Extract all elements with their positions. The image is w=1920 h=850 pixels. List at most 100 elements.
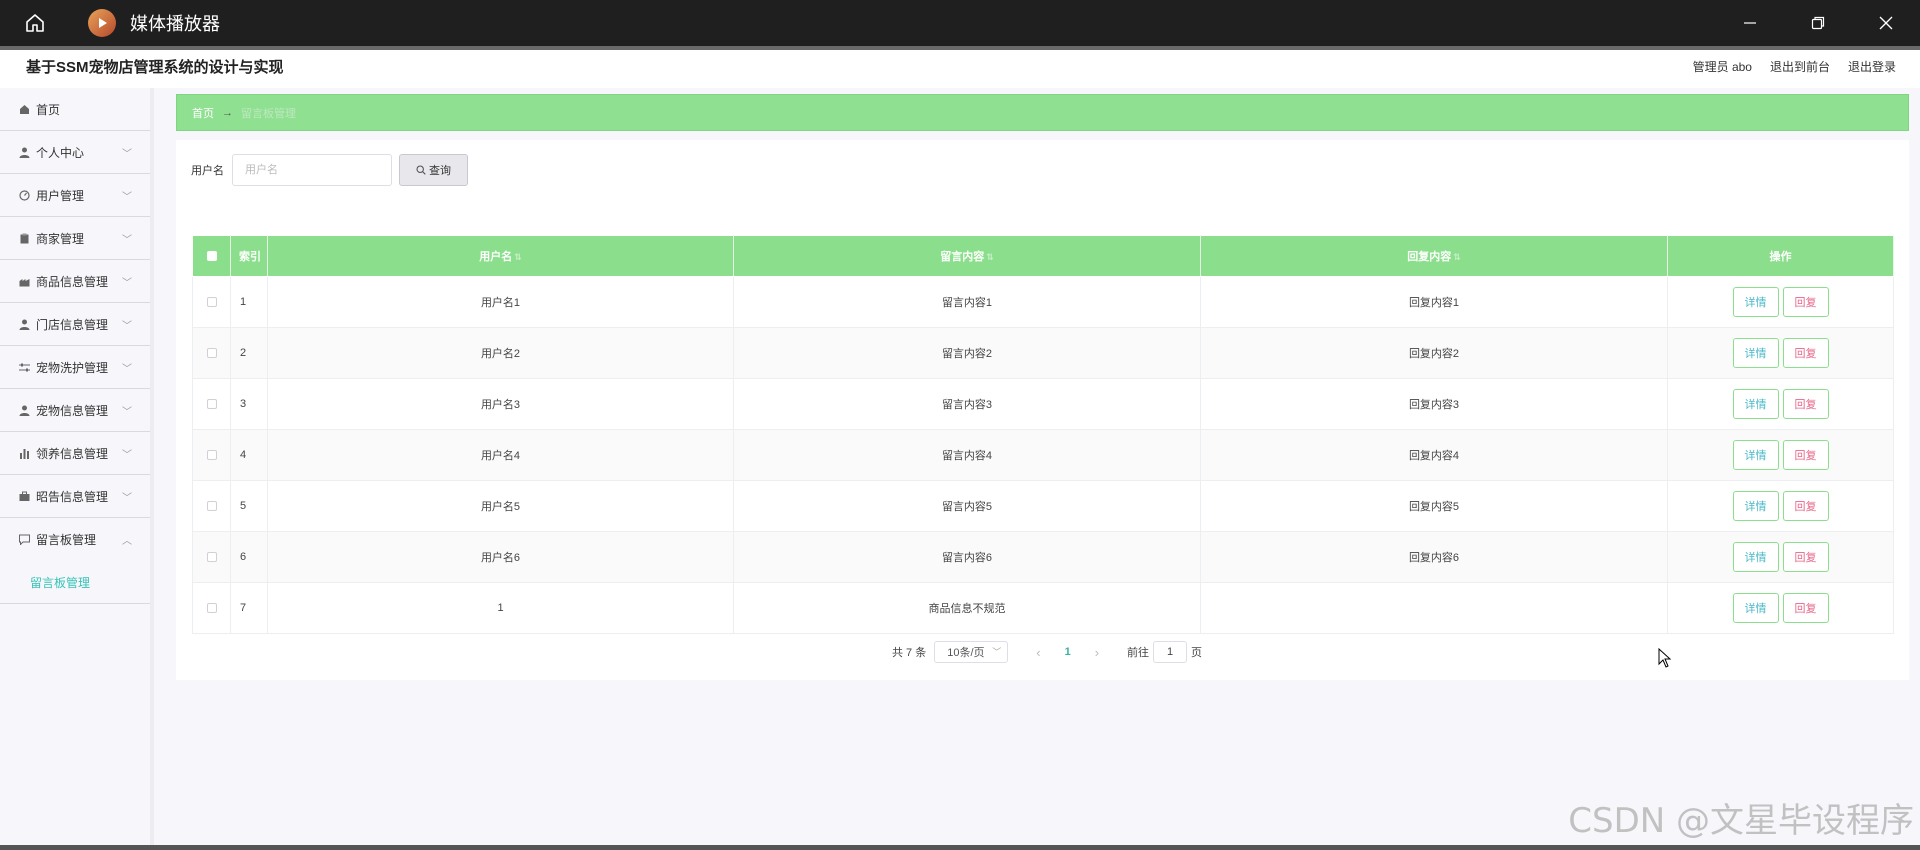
row-actions: 详情 回复 xyxy=(1667,378,1894,430)
row-checkbox[interactable] xyxy=(206,348,217,359)
sidebar-item-stores[interactable]: 门店信息管理 ﹀ xyxy=(0,303,150,346)
close-button[interactable] xyxy=(1852,0,1920,46)
next-page-button[interactable]: › xyxy=(1095,645,1099,660)
page-number-current[interactable]: 1 xyxy=(1065,646,1071,658)
bar-chart-icon xyxy=(18,447,30,459)
header-content[interactable]: 留言内容 ⇅ xyxy=(733,235,1201,277)
header-index: 索引 xyxy=(230,235,268,277)
reply-button[interactable]: 回复 xyxy=(1782,440,1829,470)
row-index: 3 xyxy=(230,378,268,430)
sliders-icon xyxy=(18,361,30,373)
row-index: 4 xyxy=(230,429,268,481)
home-button[interactable] xyxy=(0,0,70,46)
detail-button[interactable]: 详情 xyxy=(1732,593,1779,623)
header-reply-label: 回复内容 xyxy=(1407,251,1452,263)
detail-button[interactable]: 详情 xyxy=(1732,491,1779,521)
logout-link[interactable]: 退出登录 xyxy=(1848,58,1896,75)
row-content: 留言内容4 xyxy=(733,429,1201,481)
select-all-checkbox[interactable] xyxy=(206,251,217,262)
system-title: 基于SSM宠物店管理系统的设计与实现 xyxy=(26,59,284,76)
briefcase-icon xyxy=(18,490,30,502)
chevron-down-icon: ﹀ xyxy=(122,192,132,203)
sidebar-item-home[interactable]: 首页 xyxy=(0,88,150,131)
reply-button[interactable]: 回复 xyxy=(1782,593,1829,623)
sidebar-item-label: 门店信息管理 xyxy=(36,317,109,332)
chevron-down-icon: ﹀ xyxy=(122,450,132,461)
select-all-cell xyxy=(192,235,231,277)
header-username[interactable]: 用户名 ⇅ xyxy=(267,235,734,277)
row-select-cell xyxy=(192,531,231,583)
to-front-link[interactable]: 退出到前台 xyxy=(1770,58,1830,75)
table-row: 4 用户名4 留言内容4 回复内容4 详情 回复 xyxy=(192,429,1894,481)
sidebar-item-label: 首页 xyxy=(36,102,61,117)
chevron-down-icon: ﹀ xyxy=(122,235,132,246)
sidebar-item-pets[interactable]: 宠物信息管理 ﹀ xyxy=(0,389,150,432)
row-actions: 详情 回复 xyxy=(1667,582,1894,634)
sidebar-item-label: 留言板管理 xyxy=(36,533,97,547)
sidebar-item-products[interactable]: 商品信息管理 ﹀ xyxy=(0,260,150,303)
header-username-label: 用户名 xyxy=(479,251,513,263)
row-select-cell xyxy=(192,378,231,430)
query-button[interactable]: 查询 xyxy=(399,154,468,186)
reply-button[interactable]: 回复 xyxy=(1782,338,1829,368)
table-row: 3 用户名3 留言内容3 回复内容3 详情 回复 xyxy=(192,378,1894,430)
header-reply[interactable]: 回复内容 ⇅ xyxy=(1200,235,1668,277)
row-content: 留言内容6 xyxy=(733,531,1201,583)
minimize-button[interactable] xyxy=(1716,0,1784,46)
sort-icon: ⇅ xyxy=(986,252,994,262)
table-row: 1 用户名1 留言内容1 回复内容1 详情 回复 xyxy=(192,276,1894,328)
reply-button[interactable]: 回复 xyxy=(1782,287,1829,317)
sidebar-item-merchants[interactable]: 商家管理 ﹀ xyxy=(0,217,150,260)
goto-prefix: 前往 xyxy=(1127,647,1150,659)
breadcrumb-home[interactable]: 首页 xyxy=(192,105,214,121)
row-reply: 回复内容3 xyxy=(1200,378,1668,430)
username-search-input[interactable] xyxy=(232,154,392,186)
row-reply: 回复内容1 xyxy=(1200,276,1668,328)
home-icon xyxy=(26,14,44,32)
clipboard-icon xyxy=(18,232,30,244)
chevron-down-icon: ﹀ xyxy=(122,278,132,289)
page-size-select[interactable]: 10条/页 ﹀ xyxy=(934,641,1009,663)
row-checkbox[interactable] xyxy=(206,603,217,614)
submenu-item-message-board[interactable]: 留言板管理 xyxy=(0,561,150,604)
row-index: 6 xyxy=(230,531,268,583)
mouse-cursor-icon xyxy=(1658,647,1672,671)
prev-page-button[interactable]: ‹ xyxy=(1036,645,1040,660)
row-checkbox[interactable] xyxy=(206,450,217,461)
detail-button[interactable]: 详情 xyxy=(1732,287,1779,317)
row-username: 用户名1 xyxy=(267,276,734,328)
row-checkbox[interactable] xyxy=(206,399,217,410)
row-checkbox[interactable] xyxy=(206,501,217,512)
watermark: CSDN @文星毕设程序 xyxy=(1568,801,1914,841)
search-label: 用户名 xyxy=(191,165,224,177)
sidebar-item-users[interactable]: 用户管理 ﹀ xyxy=(0,174,150,217)
chevron-down-icon: ﹀ xyxy=(122,364,132,375)
restore-icon xyxy=(1811,16,1825,30)
row-content: 留言内容2 xyxy=(733,327,1201,379)
restore-button[interactable] xyxy=(1784,0,1852,46)
reply-button[interactable]: 回复 xyxy=(1782,491,1829,521)
sidebar-item-grooming[interactable]: 宠物洗护管理 ﹀ xyxy=(0,346,150,389)
detail-button[interactable]: 详情 xyxy=(1732,338,1779,368)
row-actions: 详情 回复 xyxy=(1667,327,1894,379)
row-content: 留言内容1 xyxy=(733,276,1201,328)
row-checkbox[interactable] xyxy=(206,297,217,308)
row-reply: 回复内容5 xyxy=(1200,480,1668,532)
breadcrumb: 首页 → 留言板管理 xyxy=(176,94,1909,131)
reply-button[interactable]: 回复 xyxy=(1782,389,1829,419)
row-select-cell xyxy=(192,480,231,532)
detail-button[interactable]: 详情 xyxy=(1732,389,1779,419)
sidebar-item-notices[interactable]: 昭告信息管理 ﹀ xyxy=(0,475,150,518)
row-checkbox[interactable] xyxy=(206,552,217,563)
reply-button[interactable]: 回复 xyxy=(1782,542,1829,572)
sidebar-item-profile[interactable]: 个人中心 ﹀ xyxy=(0,131,150,174)
sidebar-item-messages[interactable]: 留言板管理 ︿ xyxy=(0,518,150,561)
detail-button[interactable]: 详情 xyxy=(1732,440,1779,470)
sidebar-item-label: 宠物信息管理 xyxy=(36,403,109,418)
sidebar-item-adoption[interactable]: 领养信息管理 ﹀ xyxy=(0,432,150,475)
message-table: 索引 用户名 ⇅ 留言内容 ⇅ 回复内容 ⇅ 操作 1 用户名1 留言内容1 回复内容… xyxy=(192,235,1894,634)
user-icon xyxy=(18,146,30,158)
detail-button[interactable]: 详情 xyxy=(1732,542,1779,572)
goto-page-input[interactable]: 1 xyxy=(1153,641,1188,663)
row-reply: 回复内容4 xyxy=(1200,429,1668,481)
